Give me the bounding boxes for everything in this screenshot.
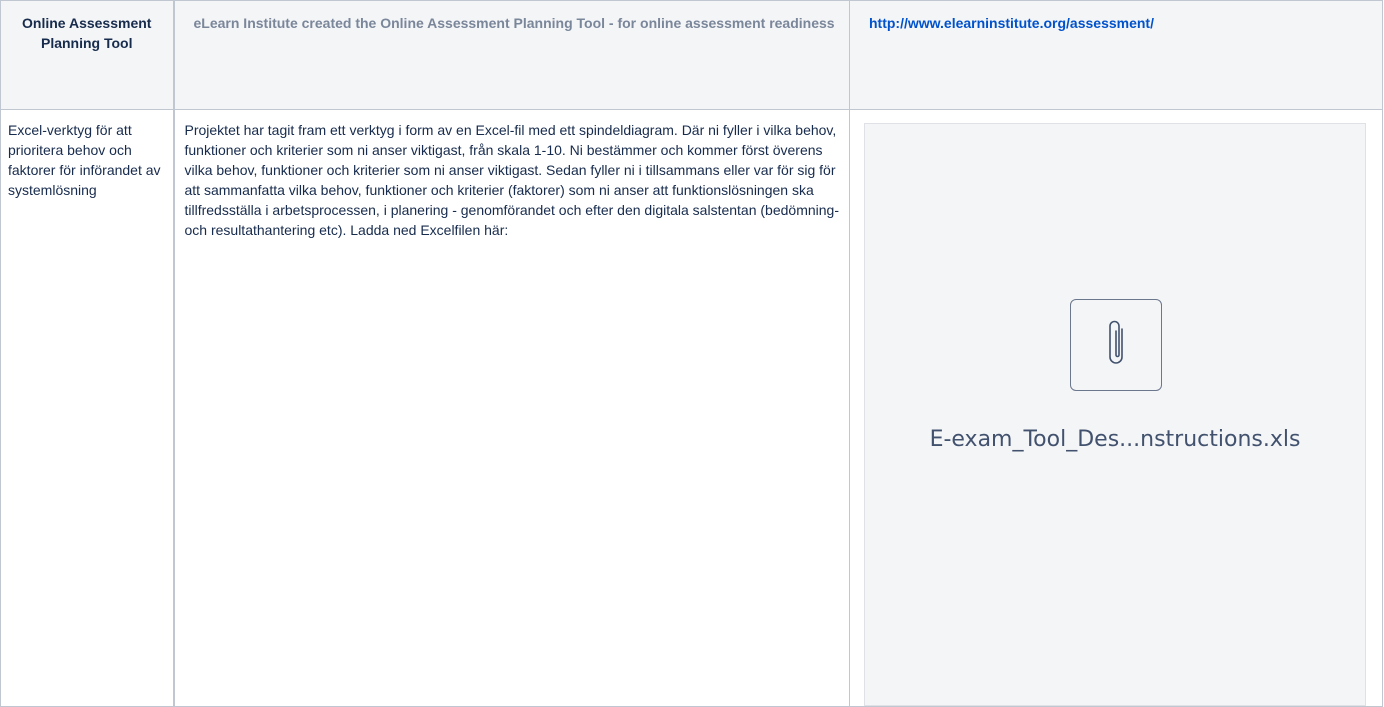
content-row: Excel-verktyg för att prioritera behov o…	[0, 109, 1383, 707]
header-cell-tool-name: Online Assessment Planning Tool	[0, 0, 174, 110]
row-title-cell: Excel-verktyg för att prioritera behov o…	[0, 109, 174, 707]
header-cell-link: http://www.elearninstitute.org/assessmen…	[849, 0, 1383, 110]
row-title: Excel-verktyg för att prioritera behov o…	[8, 122, 161, 198]
attachment-filename[interactable]: E-exam_Tool_Des...nstructions.xls	[865, 429, 1365, 451]
attachment-card[interactable]: E-exam_Tool_Des...nstructions.xls	[864, 123, 1366, 706]
assessment-link[interactable]: http://www.elearninstitute.org/assessmen…	[869, 15, 1154, 31]
header-cell-description: eLearn Institute created the Online Asse…	[172, 0, 850, 110]
content-table: Online Assessment Planning Tool eLearn I…	[0, 0, 1383, 707]
header-row: Online Assessment Planning Tool eLearn I…	[0, 0, 1383, 110]
header-tool-name: Online Assessment Planning Tool	[22, 15, 152, 51]
paperclip-icon	[1070, 299, 1162, 391]
attachment-cell: E-exam_Tool_Des...nstructions.xls	[849, 109, 1383, 707]
row-description-cell: Projektet har tagit fram ett verktyg i f…	[172, 109, 850, 707]
header-description: eLearn Institute created the Online Asse…	[193, 15, 835, 31]
row-description: Projektet har tagit fram ett verktyg i f…	[184, 122, 840, 238]
